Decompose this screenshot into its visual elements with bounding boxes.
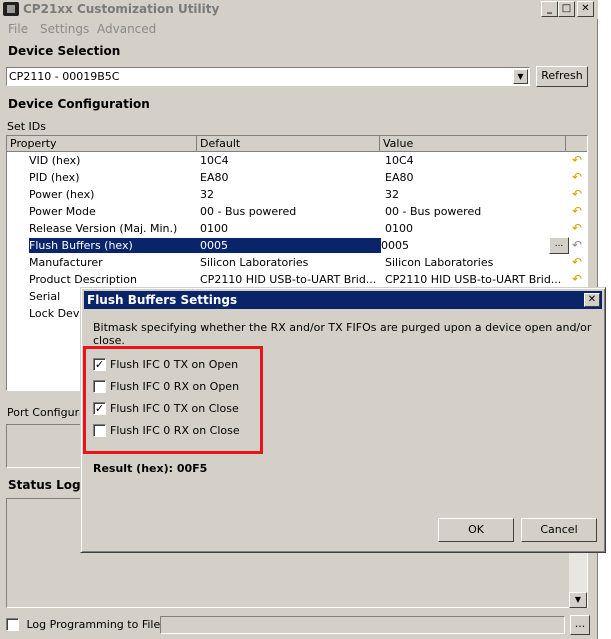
default-cell: EA80 — [200, 171, 229, 184]
table-row-selected[interactable]: Flush Buffers (hex) 0005 0005 ... ↶ — [7, 237, 587, 254]
chevron-down-icon[interactable]: ▼ — [513, 69, 528, 84]
table-row[interactable]: Power Mode 00 - Bus powered 00 - Bus pow… — [7, 203, 587, 220]
value-cell[interactable]: EA80 — [385, 171, 565, 184]
log-file-path-field[interactable] — [160, 616, 565, 634]
table-row[interactable]: VID (hex) 10C4 10C4 ↶ — [7, 152, 587, 169]
table-row[interactable]: Product Description CP2110 HID USB-to-UA… — [7, 271, 587, 288]
table-row[interactable]: Manufacturer Silicon Laboratories Silico… — [7, 254, 587, 271]
dialog-title: Flush Buffers Settings — [87, 293, 238, 307]
dialog-title-bar: Flush Buffers Settings ✕ — [84, 291, 602, 309]
option-label: Flush IFC 0 RX on Close — [110, 423, 240, 437]
option-tx-open[interactable]: ✓ Flush IFC 0 TX on Open — [93, 357, 238, 371]
undo-arrow-icon[interactable]: ↶ — [570, 221, 584, 235]
property-cell: Product Description — [29, 273, 137, 286]
log-programming-row: Log Programming to File: — [6, 617, 164, 631]
column-header-value[interactable]: Value — [380, 136, 566, 152]
app-icon — [3, 2, 19, 16]
menu-bar: File Settings Advanced — [0, 20, 598, 38]
log-programming-checkbox[interactable] — [6, 617, 19, 631]
device-select-value: CP2110 - 00019B5C — [9, 70, 120, 83]
port-configuration-label: Port Configura — [7, 406, 86, 419]
browse-button[interactable]: ... — [570, 615, 590, 635]
title-bar: CP21xx Customization Utility _ □ ✕ — [0, 0, 598, 19]
option-tx-close[interactable]: ✓ Flush IFC 0 TX on Close — [93, 401, 239, 415]
value-cell[interactable]: 32 — [385, 188, 565, 201]
device-select[interactable]: CP2110 - 00019B5C ▼ — [6, 67, 530, 86]
set-ids-label: Set IDs — [7, 120, 47, 133]
window-title: CP21xx Customization Utility — [23, 2, 220, 16]
table-row[interactable]: PID (hex) EA80 EA80 ↶ — [7, 169, 587, 186]
column-header-default[interactable]: Default — [197, 136, 380, 152]
cancel-button[interactable]: Cancel — [521, 518, 597, 542]
default-cell: 00 - Bus powered — [200, 205, 297, 218]
option-label: Flush IFC 0 TX on Close — [110, 401, 239, 415]
result-hex: Result (hex): 00F5 — [93, 462, 208, 475]
grid-header: Property Default Value — [7, 136, 587, 152]
checkbox-tx-open[interactable]: ✓ — [93, 357, 106, 371]
default-cell: 0100 — [200, 222, 228, 235]
maximize-button[interactable]: □ — [558, 1, 575, 17]
value-cell[interactable]: 0100 — [385, 222, 565, 235]
ellipsis-button[interactable]: ... — [549, 237, 569, 254]
default-cell: 32 — [200, 188, 214, 201]
undo-arrow-icon[interactable]: ↶ — [570, 272, 584, 286]
value-edit-field[interactable]: 0005 — [381, 239, 409, 252]
menu-file[interactable]: File — [8, 22, 28, 36]
value-cell[interactable]: 00 - Bus powered — [385, 205, 565, 218]
property-cell: VID (hex) — [29, 154, 81, 167]
value-cell[interactable]: 10C4 — [385, 154, 565, 167]
ok-button[interactable]: OK — [438, 518, 514, 542]
property-cell: Flush Buffers (hex) — [29, 238, 200, 253]
log-programming-label: Log Programming to File: — [26, 617, 164, 631]
property-cell: Manufacturer — [29, 256, 103, 269]
close-button[interactable]: ✕ — [577, 1, 594, 17]
checkbox-rx-close[interactable] — [93, 423, 106, 437]
undo-arrow-icon[interactable]: ↶ — [570, 238, 584, 252]
option-label: Flush IFC 0 RX on Open — [110, 379, 240, 393]
property-cell: Release Version (Maj. Min.) — [29, 222, 178, 235]
status-log-heading: Status Logg — [8, 478, 90, 492]
menu-settings[interactable]: Settings — [40, 22, 89, 36]
default-cell: 10C4 — [200, 154, 229, 167]
default-cell: Silicon Laboratories — [200, 256, 309, 269]
column-header-property[interactable]: Property — [7, 136, 197, 152]
port-configuration-panel — [6, 424, 86, 468]
value-cell[interactable]: CP2110 HID USB-to-UART Brid... — [385, 273, 565, 286]
table-row[interactable]: Power (hex) 32 32 ↶ — [7, 186, 587, 203]
undo-arrow-icon[interactable]: ↶ — [570, 187, 584, 201]
checkbox-rx-open[interactable] — [93, 379, 106, 393]
property-cell: PID (hex) — [29, 171, 80, 184]
table-row[interactable]: Release Version (Maj. Min.) 0100 0100 ↶ — [7, 220, 587, 237]
dialog-close-button[interactable]: ✕ — [584, 293, 600, 307]
property-cell: Power Mode — [29, 205, 96, 218]
device-selection-heading: Device Selection — [8, 44, 121, 58]
menu-advanced[interactable]: Advanced — [97, 22, 156, 36]
default-cell: 0005 — [200, 238, 381, 253]
undo-arrow-icon[interactable]: ↶ — [570, 255, 584, 269]
undo-arrow-icon[interactable]: ↶ — [570, 170, 584, 184]
checkbox-tx-close[interactable]: ✓ — [93, 401, 106, 415]
undo-arrow-icon[interactable]: ↶ — [570, 153, 584, 167]
minimize-button[interactable]: _ — [541, 1, 558, 17]
scroll-down-icon[interactable]: ▼ — [569, 592, 587, 608]
option-rx-close[interactable]: Flush IFC 0 RX on Close — [93, 423, 240, 437]
value-cell[interactable]: Silicon Laboratories — [385, 256, 565, 269]
option-label: Flush IFC 0 TX on Open — [110, 357, 239, 371]
refresh-button[interactable]: Refresh — [536, 66, 588, 87]
device-configuration-heading: Device Configuration — [8, 97, 150, 111]
property-cell: Power (hex) — [29, 188, 95, 201]
dialog-description: Bitmask specifying whether the RX and/or… — [93, 321, 592, 347]
undo-arrow-icon[interactable]: ↶ — [570, 204, 584, 218]
flush-buffers-dialog: Flush Buffers Settings ✕ Bitmask specify… — [80, 287, 606, 553]
default-cell: CP2110 HID USB-to-UART Brid... — [200, 273, 377, 286]
option-rx-open[interactable]: Flush IFC 0 RX on Open — [93, 379, 239, 393]
